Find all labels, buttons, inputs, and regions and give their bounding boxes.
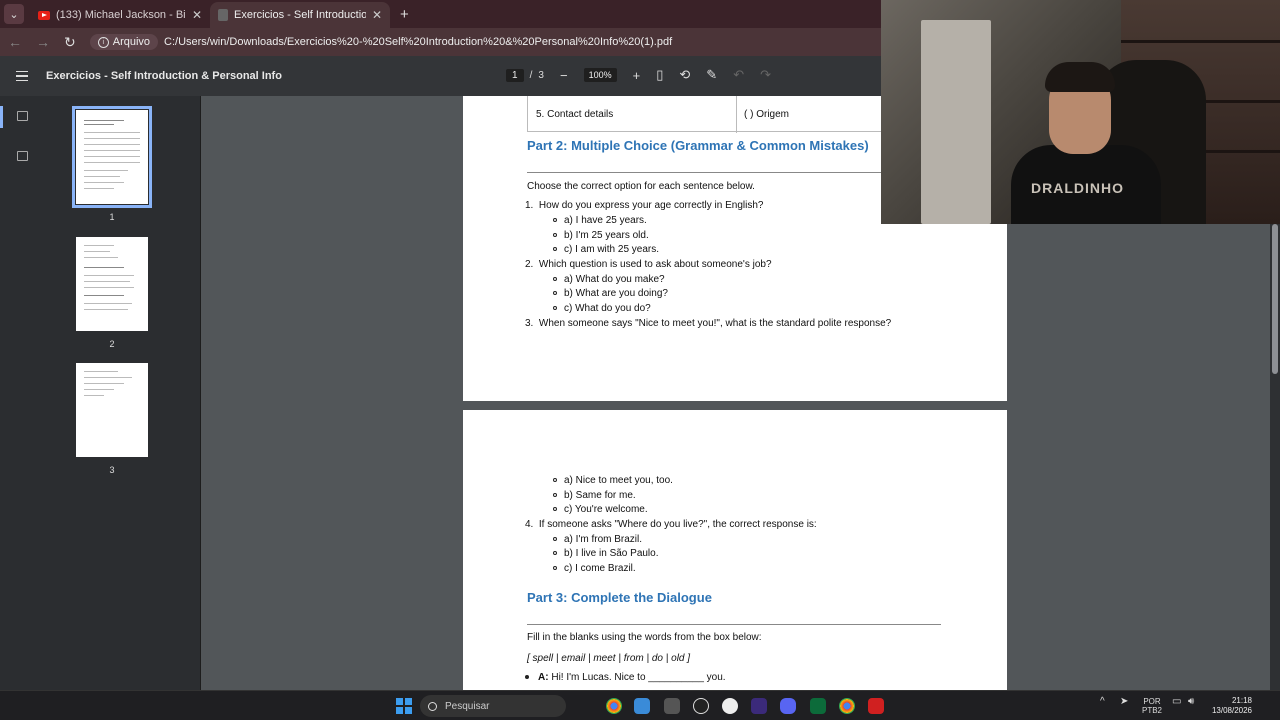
- clock[interactable]: 21:18 13/08/2026: [1206, 696, 1252, 716]
- thumbnail-view-icon[interactable]: [17, 111, 28, 121]
- send-icon[interactable]: ➤: [1120, 697, 1128, 707]
- windows-start-icon[interactable]: [396, 698, 412, 714]
- pdf-icon: [218, 9, 228, 21]
- forward-icon[interactable]: →: [36, 34, 50, 50]
- instruction: Fill in the blanks using the words from …: [527, 632, 762, 643]
- zoom-level[interactable]: 100%: [583, 68, 617, 82]
- total-pages: 3: [538, 70, 544, 81]
- option: b) Same for me.: [553, 490, 636, 501]
- thumbnail-label: 3: [109, 465, 115, 475]
- tab-search-button[interactable]: ⌄: [4, 4, 24, 24]
- page-selector: 1 / 3: [506, 69, 544, 82]
- recording-app-icon[interactable]: [868, 698, 884, 714]
- fit-page-icon[interactable]: ▯: [656, 67, 663, 83]
- active-indicator: [0, 106, 3, 128]
- tray-chevron-icon[interactable]: ^: [1100, 697, 1105, 707]
- annotate-icon[interactable]: ✎: [706, 67, 717, 83]
- tab-youtube[interactable]: (133) Michael Jackson - Billie Jean ✕: [30, 2, 210, 28]
- part2-heading: Part 2: Multiple Choice (Grammar & Commo…: [527, 138, 869, 153]
- screen: ⌄ (133) Michael Jackson - Billie Jean ✕ …: [0, 0, 1280, 720]
- volume-icon[interactable]: 🔊︎: [1188, 697, 1194, 707]
- tab-title: (133) Michael Jackson - Billie Jean: [56, 9, 186, 21]
- question: 1. How do you express your age correctly…: [525, 200, 764, 211]
- app-icon[interactable]: [722, 698, 738, 714]
- page-separator: /: [529, 70, 533, 81]
- instruction: Choose the correct option for each sente…: [527, 181, 755, 192]
- door: [921, 20, 991, 224]
- network-icon[interactable]: ▭: [1172, 697, 1181, 707]
- chrome-icon[interactable]: [839, 698, 855, 714]
- scrollbar-thumb[interactable]: [1272, 224, 1278, 374]
- webcam-overlay: DRALDINHO: [881, 0, 1280, 224]
- discord-icon[interactable]: [780, 698, 796, 714]
- question: 3. When someone says "Nice to meet you!"…: [525, 318, 892, 329]
- option: b) I'm 25 years old.: [553, 230, 649, 241]
- search-icon: [428, 701, 437, 711]
- reload-icon[interactable]: ↻: [64, 34, 76, 51]
- search-placeholder: Pesquisar: [445, 700, 490, 712]
- sidebar-rail: [0, 96, 44, 690]
- option: a) I'm from Brazil.: [553, 534, 642, 545]
- zoom-out-icon[interactable]: −: [560, 68, 568, 83]
- divider: [527, 172, 941, 173]
- taskbar-search[interactable]: Pesquisar: [420, 695, 566, 717]
- url-text[interactable]: C:/Users/win/Downloads/Exercicios%20-%20…: [164, 36, 672, 48]
- question: 2. Which question is used to ask about s…: [525, 259, 772, 270]
- thumbnail-page-3[interactable]: [76, 363, 148, 457]
- part3-heading: Part 3: Complete the Dialogue: [527, 590, 712, 605]
- option: a) I have 25 years.: [553, 215, 647, 226]
- current-page-input[interactable]: 1: [506, 69, 524, 82]
- tab-title: Exercicios - Self Introduction & Persona…: [234, 9, 366, 21]
- option: a) Nice to meet you, too.: [553, 475, 673, 486]
- obs-icon[interactable]: [693, 698, 709, 714]
- back-icon[interactable]: ←: [8, 34, 22, 50]
- omnibox[interactable]: i Arquivo C:/Users/win/Downloads/Exercic…: [89, 34, 672, 50]
- youtube-icon: [38, 10, 50, 20]
- dialogue-line: A: Hi! I'm Lucas. Nice to __________ you…: [525, 672, 726, 683]
- shirt-print: DRALDINHO: [1031, 180, 1124, 196]
- pdf-page-2: a) Nice to meet you, too. b) Same for me…: [463, 410, 1007, 690]
- next-app-icon[interactable]: [751, 698, 767, 714]
- divider: [527, 624, 941, 625]
- thumbnail-panel: 1 2 3: [44, 96, 201, 690]
- undo-icon[interactable]: ↶: [733, 67, 744, 83]
- app-icon[interactable]: [634, 698, 650, 714]
- file-badge-label: Arquivo: [112, 36, 151, 48]
- new-tab-icon[interactable]: +: [400, 6, 409, 23]
- close-icon[interactable]: ✕: [192, 8, 202, 22]
- rotate-icon[interactable]: ⟲: [679, 67, 690, 83]
- language-indicator[interactable]: POR PTB2: [1142, 697, 1162, 715]
- question: 4. If someone asks "Where do you live?",…: [525, 519, 817, 530]
- zoom-tools: − 100% + ▯ ⟲ ✎ ↶ ↷: [560, 67, 771, 83]
- thumbnail-page-2[interactable]: [76, 237, 148, 331]
- option: c) I come Brazil.: [553, 563, 636, 574]
- option: b) What are you doing?: [553, 288, 668, 299]
- option: b) I live in São Paulo.: [553, 548, 659, 559]
- word-box: [ spell | email | meet | from | do | old…: [527, 653, 691, 664]
- document-title: Exercicios - Self Introduction & Persona…: [46, 70, 282, 82]
- info-icon: i: [97, 36, 109, 48]
- redo-icon[interactable]: ↷: [760, 67, 771, 83]
- table-cell: ( ) Origem: [744, 109, 789, 120]
- table-cell: 5. Contact details: [536, 109, 614, 120]
- cube-app-icon[interactable]: [664, 698, 680, 714]
- thumbnail-label: 2: [109, 339, 115, 349]
- person-hair: [1045, 62, 1115, 92]
- chrome-icon[interactable]: [606, 698, 622, 714]
- option: c) I am with 25 years.: [553, 244, 659, 255]
- option: a) What do you make?: [553, 274, 665, 285]
- file-badge[interactable]: i Arquivo: [89, 34, 159, 50]
- option: c) You're welcome.: [553, 504, 648, 515]
- tab-pdf[interactable]: Exercicios - Self Introduction & Persona…: [210, 2, 390, 28]
- outline-view-icon[interactable]: [17, 151, 28, 161]
- thumbnail-page-1[interactable]: [72, 106, 152, 208]
- zoom-in-icon[interactable]: +: [633, 68, 641, 83]
- thumbnail-label: 1: [109, 212, 115, 222]
- taskbar: Pesquisar ^ ➤ POR PTB2 ▭ 🔊︎ 21:18 13/08/…: [0, 690, 1280, 720]
- terminal-icon[interactable]: [810, 698, 826, 714]
- menu-icon[interactable]: [16, 70, 28, 82]
- close-icon[interactable]: ✕: [372, 8, 382, 22]
- option: c) What do you do?: [553, 303, 651, 314]
